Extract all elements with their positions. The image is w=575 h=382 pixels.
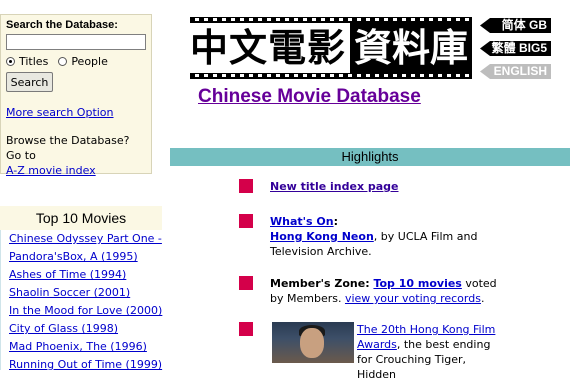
search-type-radio-group: Titles People <box>6 55 146 68</box>
top-10-title: Top 10 Movies <box>35 210 127 226</box>
voting-records-link[interactable]: view your voting records <box>345 292 481 305</box>
az-movie-index-link[interactable]: A-Z movie index <box>6 164 96 177</box>
radio-people[interactable] <box>58 57 68 66</box>
logo-text-right: 資料庫 <box>350 23 472 73</box>
top-10-item[interactable]: Running Out of Time (1999) <box>1 356 163 374</box>
top-10-list: Chinese Odyssey Part One - Pandora'sBox,… <box>0 230 163 371</box>
photo-face <box>300 328 324 358</box>
logo-text-left: 中文電影 <box>190 25 347 70</box>
top-10-item[interactable]: Pandora'sBox, A (1995) <box>1 248 163 266</box>
site-logo[interactable]: 中文電影 資料庫 <box>190 17 472 79</box>
search-panel: Search the Database: Titles People Searc… <box>0 14 152 177</box>
top-10-movies-panel: Top 10 Movies Chinese Odyssey Part One -… <box>0 206 163 371</box>
top-10-item[interactable]: Ashes of Time (1994) <box>1 266 163 284</box>
language-english-button[interactable]: ENGLISH <box>480 64 551 79</box>
browse-text: Browse the Database? Go to A-Z movie ind… <box>6 133 146 178</box>
top-10-item[interactable]: Shaolin Soccer (2001) <box>1 284 163 302</box>
highlight-item-1: New title index page <box>270 179 505 194</box>
top-10-movies-link[interactable]: Top 10 movies <box>373 277 461 290</box>
radio-people-label: People <box>71 55 108 68</box>
members-zone-end: . <box>480 292 485 305</box>
search-input[interactable] <box>6 34 146 50</box>
search-title: Search the Database: <box>6 19 118 31</box>
members-zone-label: Member's Zone <box>270 277 366 290</box>
hong-kong-neon-link[interactable]: Hong Kong Neon <box>270 230 374 243</box>
bullet-icon <box>239 179 253 193</box>
bullet-icon <box>239 276 253 290</box>
top-10-item[interactable]: Mad Phoenix, The (1996) <box>1 338 163 356</box>
news-photo[interactable] <box>272 322 354 363</box>
bullet-icon <box>239 322 253 336</box>
bullet-icon <box>239 214 253 228</box>
whats-on-link[interactable]: What's On <box>270 215 334 228</box>
language-big5-button[interactable]: 繁體 BIG5 <box>480 41 551 56</box>
search-button[interactable]: Search <box>6 72 53 92</box>
new-title-index-link[interactable]: New title index page <box>270 180 399 193</box>
language-gb-button[interactable]: 简体 GB <box>480 18 551 33</box>
highlight-item-2: What's On: Hong Kong Neon, by UCLA Film … <box>270 214 505 259</box>
radio-titles[interactable] <box>6 57 15 66</box>
top-10-item[interactable]: In the Mood for Love (2000) <box>1 302 163 320</box>
radio-titles-label: Titles <box>19 55 49 68</box>
more-search-options-link[interactable]: More search Option <box>6 106 146 119</box>
top-10-item[interactable]: Chinese Odyssey Part One - <box>1 230 163 248</box>
highlight-item-3: Member's Zone: Top 10 movies voted by Me… <box>270 276 505 306</box>
whats-on-colon: : <box>333 215 338 228</box>
highlight-item-4: The 20th Hong Kong Film Awards, the best… <box>357 322 497 382</box>
top-10-item[interactable]: City of Glass (1998) <box>1 320 163 338</box>
highlights-header: Highlights <box>170 148 570 166</box>
site-title: Chinese Movie Database <box>198 86 421 107</box>
browse-label: Browse the Database? Go to <box>6 134 130 162</box>
film-strip-bottom <box>190 73 472 79</box>
